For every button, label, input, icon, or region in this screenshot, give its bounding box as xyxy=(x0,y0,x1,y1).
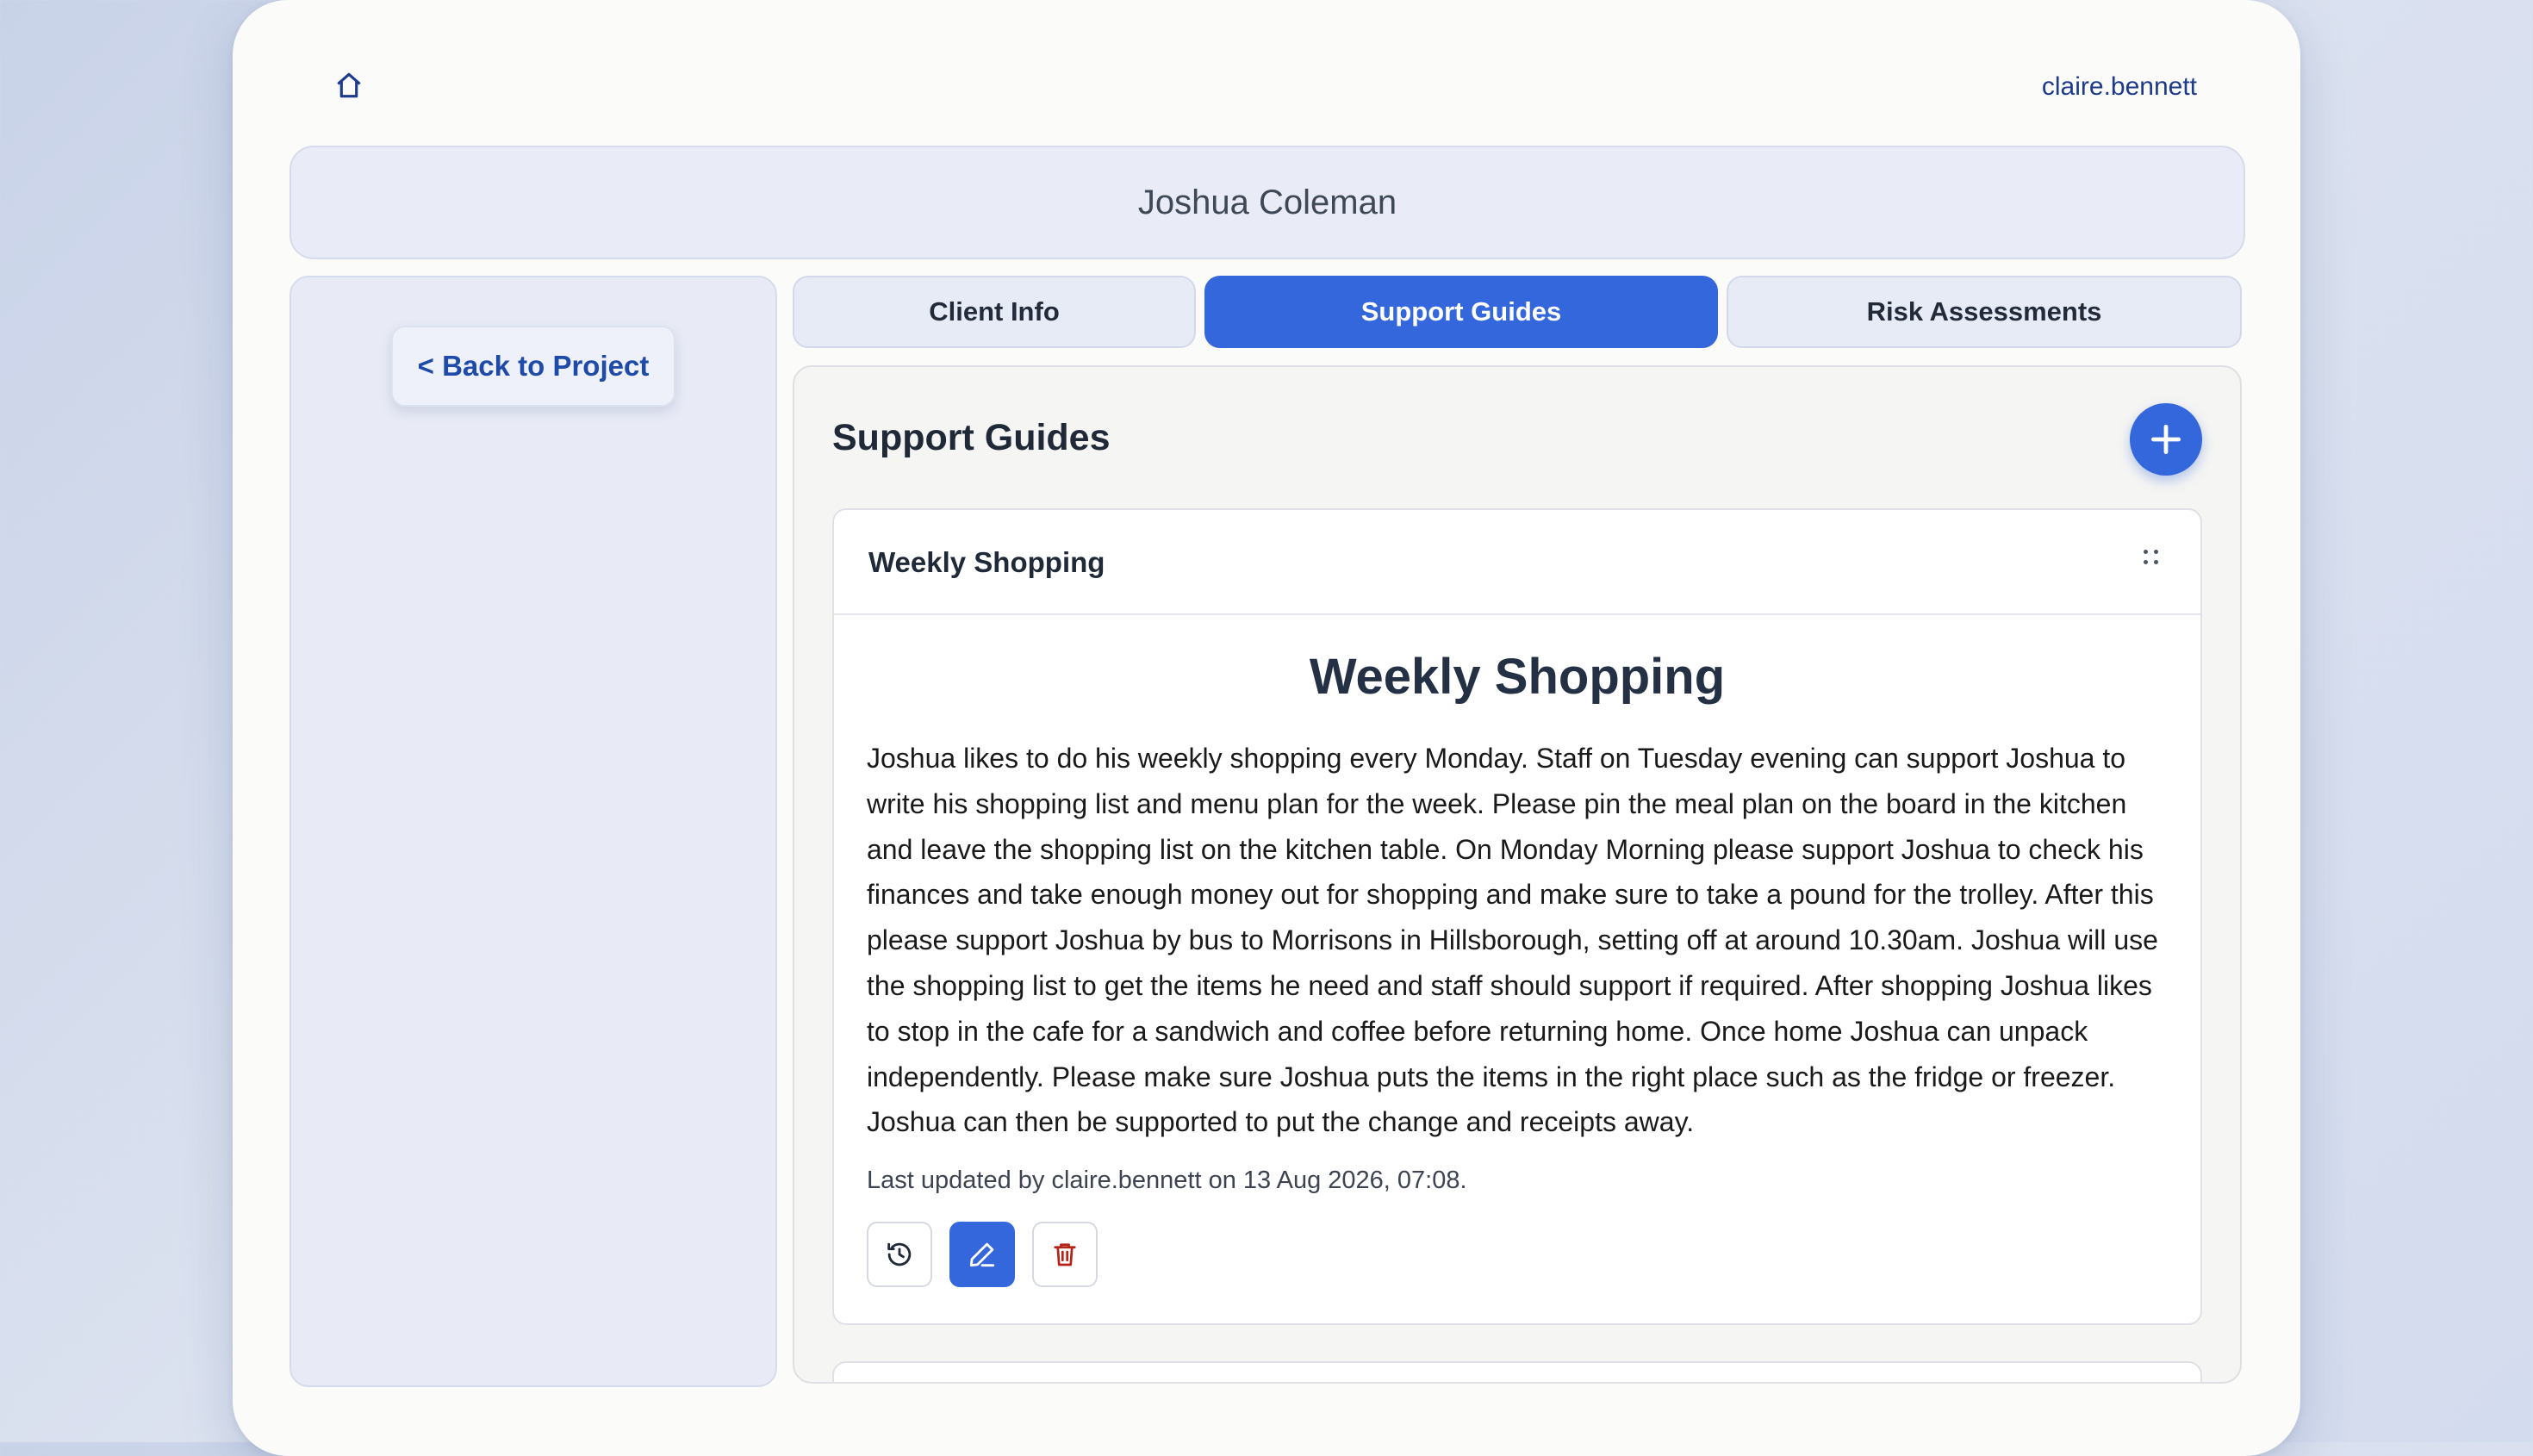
user-menu[interactable]: claire.bennett xyxy=(2042,72,2197,102)
tab-risk-assessments[interactable]: Risk Assessments xyxy=(1727,276,2242,348)
history-icon xyxy=(887,1242,912,1266)
client-name-banner: Joshua Coleman xyxy=(289,146,2245,259)
home-button[interactable] xyxy=(329,65,369,105)
edit-icon xyxy=(969,1242,995,1267)
guide-heading: Weekly Shopping xyxy=(1309,649,1726,705)
history-button[interactable] xyxy=(867,1222,932,1287)
panel-title: Support Guides xyxy=(832,417,1111,458)
tab-support-guides[interactable]: Support Guides xyxy=(1204,276,1718,348)
home-icon xyxy=(337,72,361,98)
app-window: claire.bennett Joshua Coleman < Back to … xyxy=(233,0,2300,1456)
guide-card-header[interactable]: Weekly Shopping xyxy=(834,510,2200,615)
add-guide-button[interactable] xyxy=(2130,403,2202,476)
guide-actions xyxy=(867,1222,1098,1287)
back-to-project-button[interactable]: < Back to Project xyxy=(391,326,675,407)
drag-handle-icon[interactable] xyxy=(2144,550,2161,569)
next-guide-card xyxy=(832,1361,2202,1382)
tab-client-info[interactable]: Client Info xyxy=(793,276,1196,348)
guide-body-text: Joshua likes to do his weekly shopping e… xyxy=(867,743,2158,1138)
edit-button[interactable] xyxy=(949,1222,1015,1287)
plus-icon xyxy=(2150,424,2181,455)
client-name: Joshua Coleman xyxy=(1137,183,1397,221)
last-updated-text: Last updated by claire.bennett on 13 Aug… xyxy=(867,1167,1467,1194)
delete-button[interactable] xyxy=(1032,1222,1098,1287)
guide-card-title: Weekly Shopping xyxy=(868,546,1105,578)
sidebar: < Back to Project xyxy=(289,276,777,1387)
support-guides-panel: Support Guides Weekly Shopping Weekly Sh… xyxy=(793,365,2242,1384)
delete-icon xyxy=(1054,1243,1076,1266)
guide-card: Weekly Shopping Weekly Shopping Joshua l… xyxy=(832,508,2202,1325)
